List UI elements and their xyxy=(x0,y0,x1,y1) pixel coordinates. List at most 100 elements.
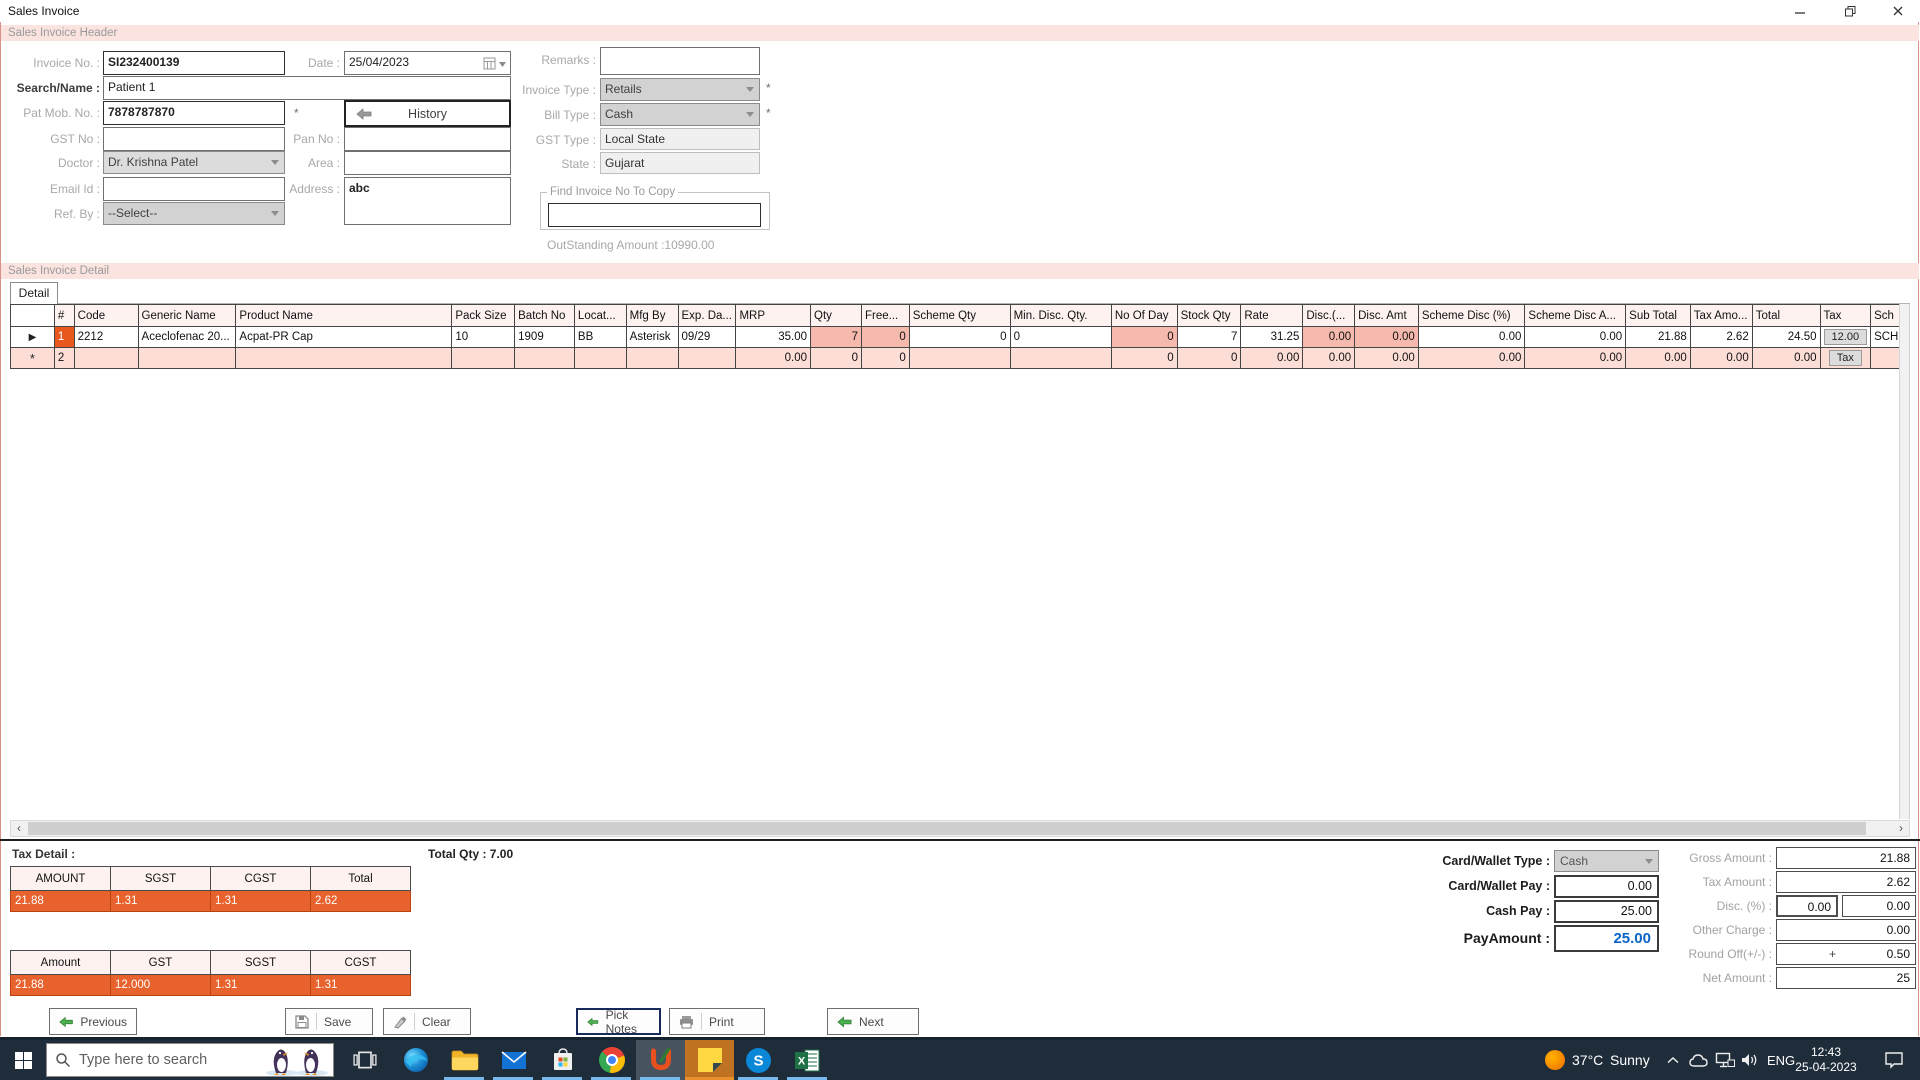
grid-cell[interactable]: 1909 xyxy=(515,327,575,348)
grid-cell[interactable] xyxy=(515,348,575,369)
print-button[interactable]: Print xyxy=(669,1008,765,1035)
grid-cell[interactable]: 0.00 xyxy=(1303,327,1355,348)
start-button[interactable] xyxy=(0,1040,46,1080)
grid-cell[interactable]: 0 xyxy=(1111,327,1177,348)
grid-cell[interactable]: 0.00 xyxy=(1690,348,1752,369)
grid-cell[interactable]: 0 xyxy=(1010,327,1111,348)
find-invoice-input[interactable] xyxy=(548,203,761,227)
taskbar-app-pharmacy[interactable] xyxy=(636,1040,685,1080)
grid-cell[interactable]: 31.25 xyxy=(1241,327,1303,348)
grid-column-header[interactable]: Total xyxy=(1752,305,1820,327)
grid-cell[interactable] xyxy=(678,348,736,369)
grid-cell[interactable]: Tax xyxy=(1820,348,1871,369)
notification-center-button[interactable] xyxy=(1876,1040,1912,1080)
grid-corner-cell[interactable] xyxy=(11,305,55,327)
grid-cell[interactable] xyxy=(452,348,515,369)
grid-cell[interactable]: Aceclofenac 20... xyxy=(138,327,236,348)
next-button[interactable]: Next xyxy=(827,1008,919,1035)
grid-cell[interactable]: 0.00 xyxy=(1626,348,1691,369)
tray-onedrive[interactable] xyxy=(1686,1040,1712,1080)
grid-cell[interactable]: 12.00 xyxy=(1820,327,1871,348)
grid-column-header[interactable]: Qty xyxy=(811,305,862,327)
pan-no-field[interactable] xyxy=(344,127,511,151)
tax-cell-button[interactable]: 12.00 xyxy=(1824,329,1868,345)
invoice-type-dropdown[interactable]: Retails xyxy=(600,78,760,101)
grid-column-header[interactable]: Scheme Qty xyxy=(909,305,1010,327)
calendar-dropdown-icon[interactable] xyxy=(483,57,507,70)
grid-column-header[interactable]: MRP xyxy=(736,305,811,327)
grid-column-header[interactable]: Sub Total xyxy=(1626,305,1691,327)
taskbar-clock[interactable]: 12:43 25-04-2023 xyxy=(1786,1045,1866,1075)
taskbar-app-file-explorer[interactable] xyxy=(440,1040,489,1080)
taskbar-app-excel[interactable]: X xyxy=(783,1040,832,1080)
taskbar-app-edge[interactable] xyxy=(391,1040,440,1080)
disc-pct-field[interactable]: 0.00 xyxy=(1776,895,1838,917)
grid-column-header[interactable]: Min. Disc. Qty. xyxy=(1010,305,1111,327)
grid-cell[interactable]: 0.00 xyxy=(1355,327,1419,348)
grid-cell[interactable] xyxy=(138,348,236,369)
taskbar-app-store[interactable] xyxy=(538,1040,587,1080)
grid-column-header[interactable]: Scheme Disc A... xyxy=(1525,305,1626,327)
grid-column-header[interactable]: Stock Qty xyxy=(1177,305,1241,327)
date-field[interactable]: 25/04/2023 xyxy=(344,51,511,75)
grid-column-header[interactable]: Tax xyxy=(1820,305,1871,327)
bill-type-dropdown[interactable]: Cash xyxy=(600,103,760,126)
grid-cell[interactable]: Asterisk xyxy=(626,327,678,348)
grid-cell[interactable]: 10 xyxy=(452,327,515,348)
taskbar-app-skype[interactable]: S xyxy=(734,1040,783,1080)
grid-column-header[interactable]: Exp. Da... xyxy=(678,305,736,327)
invoice-no-field[interactable]: SI232400139 xyxy=(103,51,285,75)
grid-column-header[interactable]: No Of Day xyxy=(1111,305,1177,327)
grid-column-header[interactable]: Mfg By xyxy=(626,305,678,327)
scroll-left-icon[interactable]: ‹ xyxy=(11,821,27,836)
grid-cell[interactable]: 0 xyxy=(1177,348,1241,369)
grid-cell[interactable]: 0.00 xyxy=(1525,327,1626,348)
scrollbar-thumb[interactable] xyxy=(28,822,1866,835)
grid-column-header[interactable]: Tax Amo... xyxy=(1690,305,1752,327)
grid-cell[interactable] xyxy=(74,348,138,369)
pat-mob-field[interactable]: 7878787870 xyxy=(103,101,285,125)
save-button[interactable]: Save xyxy=(285,1008,373,1035)
close-button[interactable] xyxy=(1881,2,1915,20)
grid-cell[interactable]: 0 xyxy=(862,348,910,369)
tray-network[interactable] xyxy=(1712,1040,1738,1080)
grid-cell[interactable]: 2212 xyxy=(74,327,138,348)
scroll-right-icon[interactable]: › xyxy=(1893,821,1909,836)
address-field[interactable]: abc xyxy=(344,177,511,225)
grid-column-header[interactable]: Free... xyxy=(862,305,910,327)
grid-column-header[interactable]: # xyxy=(54,305,74,327)
grid-column-header[interactable]: Locat... xyxy=(574,305,626,327)
grid-cell[interactable]: 2 xyxy=(54,348,74,369)
grid-column-header[interactable]: Disc.(... xyxy=(1303,305,1355,327)
doctor-dropdown[interactable]: Dr. Krishna Patel xyxy=(103,151,285,174)
restore-button[interactable] xyxy=(1833,2,1867,20)
grid-cell[interactable]: 0.00 xyxy=(1418,348,1525,369)
grid-cell[interactable]: 0.00 xyxy=(1355,348,1419,369)
grid-cell[interactable] xyxy=(1010,348,1111,369)
grid-vertical-scrollbar[interactable] xyxy=(1899,304,1909,819)
grid-cell[interactable] xyxy=(626,348,678,369)
taskbar-app-sticky-notes[interactable] xyxy=(685,1040,734,1080)
area-field[interactable] xyxy=(344,151,511,175)
taskbar-app-chrome[interactable] xyxy=(587,1040,636,1080)
grid-cell[interactable]: 0 xyxy=(862,327,910,348)
grid-column-header[interactable]: Batch No xyxy=(515,305,575,327)
grid-column-header[interactable]: Pack Size xyxy=(452,305,515,327)
grid-cell[interactable]: 0 xyxy=(1111,348,1177,369)
taskbar-app-mail[interactable] xyxy=(489,1040,538,1080)
grid-column-header[interactable]: Disc. Amt xyxy=(1355,305,1419,327)
grid-cell[interactable] xyxy=(574,348,626,369)
tab-detail[interactable]: Detail xyxy=(10,282,58,304)
grid-cell[interactable]: Acpat-PR Cap xyxy=(236,327,452,348)
grid-cell[interactable]: 1 xyxy=(54,327,74,348)
history-button[interactable]: History xyxy=(344,100,511,127)
grid-column-header[interactable]: Rate xyxy=(1241,305,1303,327)
grid-cell[interactable]: 0.00 xyxy=(1752,348,1820,369)
taskbar-search-box[interactable]: Type here to search xyxy=(46,1043,334,1077)
clear-button[interactable]: Clear xyxy=(383,1008,471,1035)
tray-volume[interactable] xyxy=(1737,1040,1763,1080)
weather-temp[interactable]: 37°C xyxy=(1572,1052,1603,1068)
grid-cell[interactable]: 0.00 xyxy=(1525,348,1626,369)
grid-cell[interactable] xyxy=(909,348,1010,369)
weather-sun-icon[interactable] xyxy=(1545,1050,1565,1070)
